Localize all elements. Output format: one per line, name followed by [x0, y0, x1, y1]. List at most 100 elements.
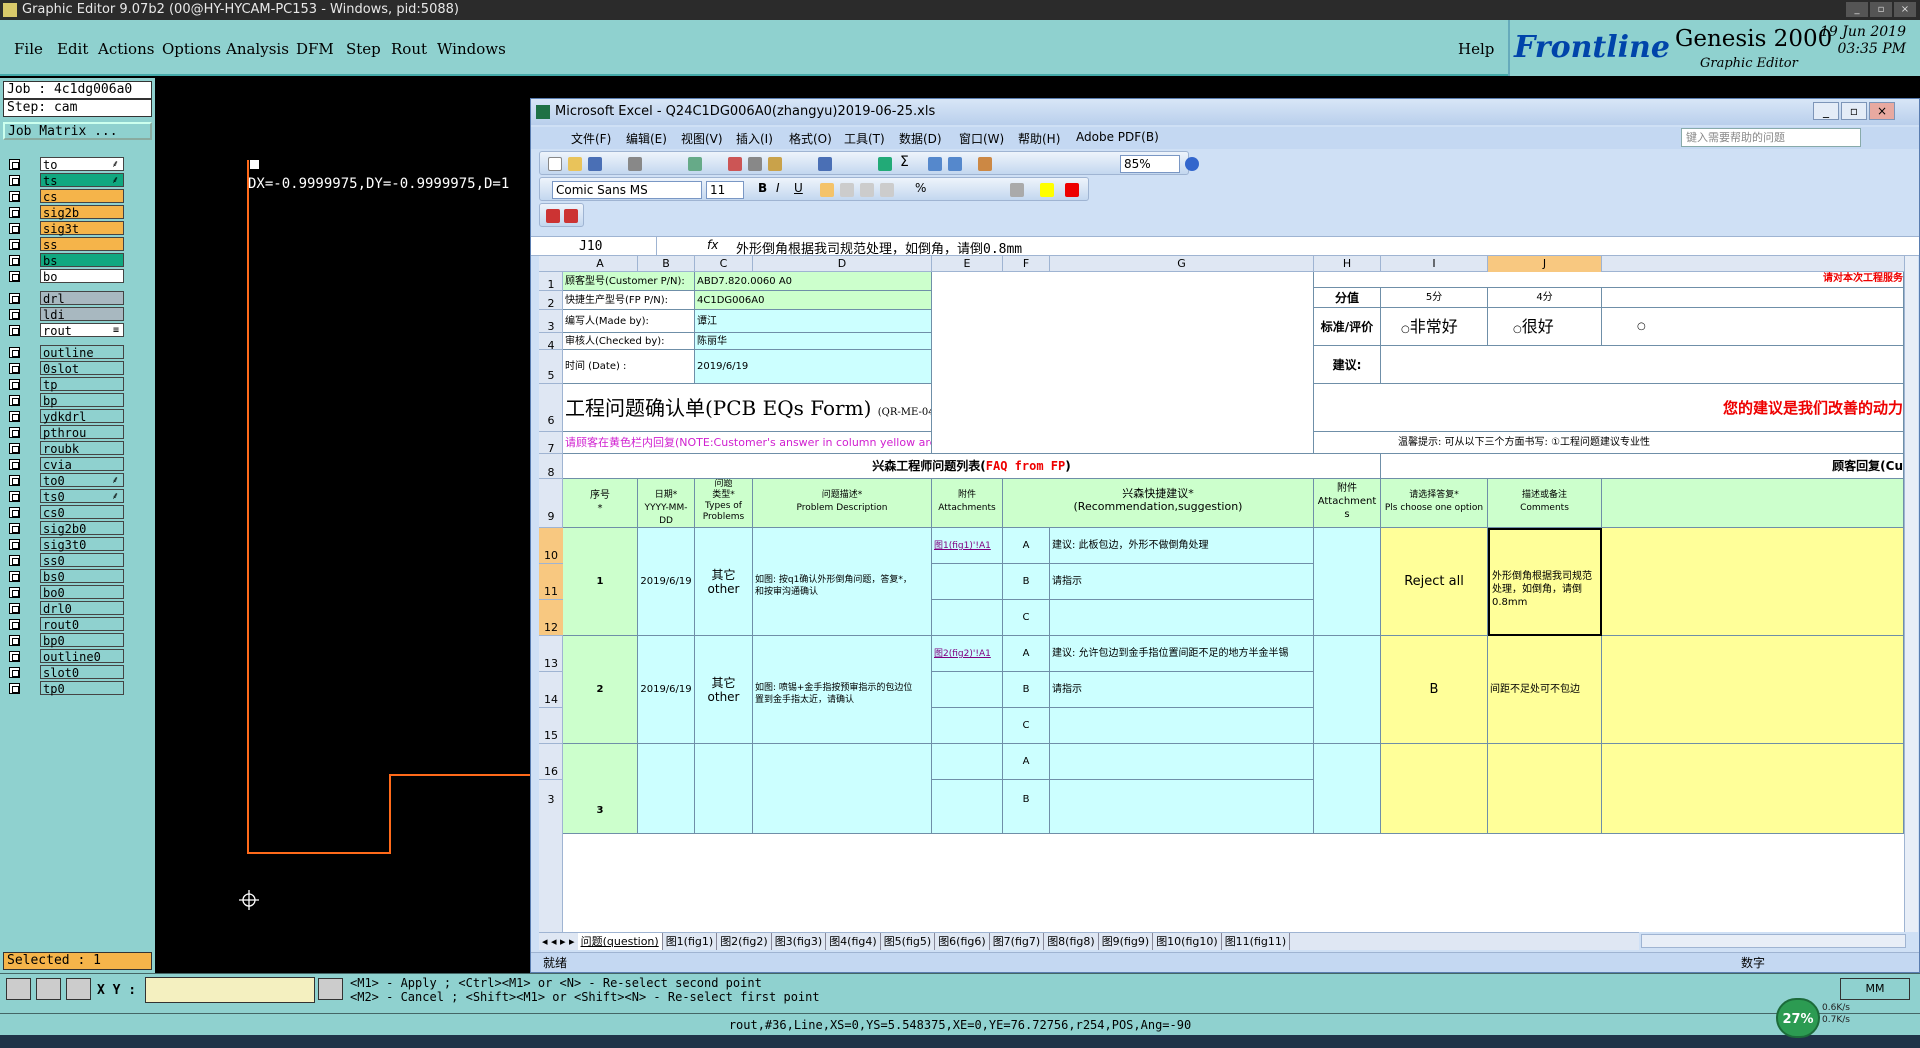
layer-checkbox[interactable]: [9, 619, 20, 630]
q3-more[interactable]: [1602, 744, 1904, 834]
q3-no[interactable]: 3: [563, 744, 638, 834]
layer-name[interactable]: pthrou: [40, 425, 124, 440]
row-header-10[interactable]: 10: [539, 528, 563, 564]
cell-red-mid[interactable]: 您的建议是我们改善的动力: [1314, 384, 1904, 432]
layer-checkbox[interactable]: [9, 427, 20, 438]
formula-input[interactable]: 外形倒角根据我司规范处理，如倒角，请倒0.8mm: [736, 238, 1022, 257]
q2-more[interactable]: [1602, 636, 1904, 744]
q3-attach[interactable]: [932, 744, 1003, 780]
q2-rec-c[interactable]: [1050, 708, 1314, 744]
radio-ok[interactable]: ○: [1602, 308, 1904, 346]
tab-question[interactable]: 问题(question): [577, 933, 663, 950]
xl-menu-insert[interactable]: 插入(I): [736, 130, 773, 147]
row-header-15[interactable]: 15: [539, 708, 563, 744]
underline-icon[interactable]: U: [794, 181, 808, 195]
xl-menu-data[interactable]: 数据(D): [899, 130, 942, 147]
q3-rec-b[interactable]: [1050, 780, 1314, 834]
layer-name[interactable]: ldi: [40, 307, 124, 322]
layer-row[interactable]: rout ≡: [6, 322, 124, 338]
layer-checkbox[interactable]: [9, 555, 20, 566]
save-icon[interactable]: [588, 157, 602, 171]
excel-restore-button[interactable]: ▫: [1841, 102, 1867, 120]
q1-rec-c[interactable]: [1050, 600, 1314, 636]
layer-name[interactable]: sig2b0: [40, 521, 124, 536]
layer-name[interactable]: drl: [40, 291, 124, 306]
layer-name[interactable]: outline0: [40, 649, 124, 664]
q3-desc[interactable]: [753, 744, 932, 834]
layer-checkbox[interactable]: [9, 395, 20, 406]
percent-icon[interactable]: %: [915, 181, 929, 195]
layer-row[interactable]: ts ⸙: [6, 172, 124, 188]
grid-tool-icon[interactable]: [66, 978, 91, 1000]
menu-edit[interactable]: Edit: [57, 40, 88, 58]
layer-checkbox[interactable]: [9, 325, 20, 336]
q3-attach-b[interactable]: [932, 780, 1003, 834]
layer-row[interactable]: cvia: [6, 456, 124, 472]
cell-tip[interactable]: 温馨提示: 可从以下三个方面书写: ①工程问题建议专业性: [1314, 432, 1904, 454]
hdr-choose[interactable]: 请选择答复* Pls choose one option: [1381, 479, 1488, 528]
cell-made-by[interactable]: 谭江: [695, 310, 932, 333]
q1-type[interactable]: 其它 other: [695, 528, 753, 636]
layer-row[interactable]: tp0: [6, 680, 124, 696]
cell-checked-label[interactable]: 审核人(Checked by):: [563, 333, 695, 350]
row-header-5[interactable]: 5: [539, 350, 563, 384]
layer-row[interactable]: ldi: [6, 306, 124, 322]
cell-blank-mid[interactable]: [932, 384, 1314, 454]
undo-icon[interactable]: [818, 157, 832, 171]
q1-attach-b[interactable]: [932, 564, 1003, 600]
layer-row[interactable]: pthrou: [6, 424, 124, 440]
tab-fig4[interactable]: 图4(fig4): [826, 933, 881, 950]
print-icon[interactable]: [628, 157, 642, 171]
q2-rec-b[interactable]: 请指示: [1050, 672, 1314, 708]
q2-attach-b[interactable]: [932, 672, 1003, 708]
italic-icon[interactable]: I: [776, 181, 790, 195]
horizontal-scrollbar[interactable]: [1641, 934, 1906, 948]
layer-name[interactable]: slot0: [40, 665, 124, 680]
restore-button[interactable]: ▫: [1870, 2, 1892, 17]
copy-icon[interactable]: [748, 157, 762, 171]
layer-checkbox[interactable]: [9, 411, 20, 422]
q3-type[interactable]: [695, 744, 753, 834]
layer-checkbox[interactable]: [9, 475, 20, 486]
q1-more[interactable]: [1602, 528, 1904, 636]
cell-fp-pn[interactable]: 4C1DG006A0: [695, 291, 932, 310]
layer-row[interactable]: bo: [6, 268, 124, 284]
q2-opt-a[interactable]: A: [1003, 636, 1050, 672]
layer-row[interactable]: sig3t0: [6, 536, 124, 552]
q2-no[interactable]: 2: [563, 636, 638, 744]
q1-opt-b[interactable]: B: [1003, 564, 1050, 600]
name-box[interactable]: J10: [539, 237, 657, 256]
cell-cust-pn[interactable]: ABD7.820.0060 A0: [695, 272, 932, 291]
col-header-a[interactable]: A: [563, 256, 638, 272]
hdr-no[interactable]: 序号 *: [563, 479, 638, 528]
cell-faq-title[interactable]: 兴森工程师问题列表(FAQ from FP): [563, 454, 1381, 479]
q2-comment[interactable]: 间距不足处可不包边: [1488, 636, 1602, 744]
xl-menu-view[interactable]: 视图(V): [681, 130, 723, 147]
q2-type[interactable]: 其它 other: [695, 636, 753, 744]
tab-fig3[interactable]: 图3(fig3): [772, 933, 827, 950]
hdr-desc[interactable]: 问题描述* Problem Description: [753, 479, 932, 528]
cell-cust-pn-label[interactable]: 顾客型号(Customer P/N):: [563, 272, 695, 291]
layer-row[interactable]: cs: [6, 188, 124, 204]
tab-fig1[interactable]: 图1(fig1): [663, 933, 718, 950]
cell-suggest-label[interactable]: 建议:: [1314, 346, 1381, 384]
cut-icon[interactable]: [728, 157, 742, 171]
align-center-icon[interactable]: [840, 183, 854, 197]
layer-checkbox[interactable]: [9, 491, 20, 502]
layer-checkbox[interactable]: [9, 159, 20, 170]
layer-checkbox[interactable]: [9, 379, 20, 390]
q2-opt-b[interactable]: B: [1003, 672, 1050, 708]
font-select[interactable]: Comic Sans MS: [552, 181, 702, 199]
sort-desc-icon[interactable]: [948, 157, 962, 171]
layer-name[interactable]: bp: [40, 393, 124, 408]
q2-attach-c[interactable]: [932, 708, 1003, 744]
hdr-recommend[interactable]: 兴森快捷建议* (Recommendation,suggestion): [1003, 479, 1314, 528]
cell-rating-label[interactable]: 标准/评价: [1314, 308, 1381, 346]
layer-name[interactable]: bs: [40, 253, 124, 268]
layer-row[interactable]: outline: [6, 344, 124, 360]
tab-fig11[interactable]: 图11(fig11): [1222, 933, 1291, 950]
tab-fig2[interactable]: 图2(fig2): [717, 933, 772, 950]
tab-fig10[interactable]: 图10(fig10): [1153, 933, 1222, 950]
tab-fig7[interactable]: 图7(fig7): [990, 933, 1045, 950]
col-header-g[interactable]: G: [1050, 256, 1314, 272]
